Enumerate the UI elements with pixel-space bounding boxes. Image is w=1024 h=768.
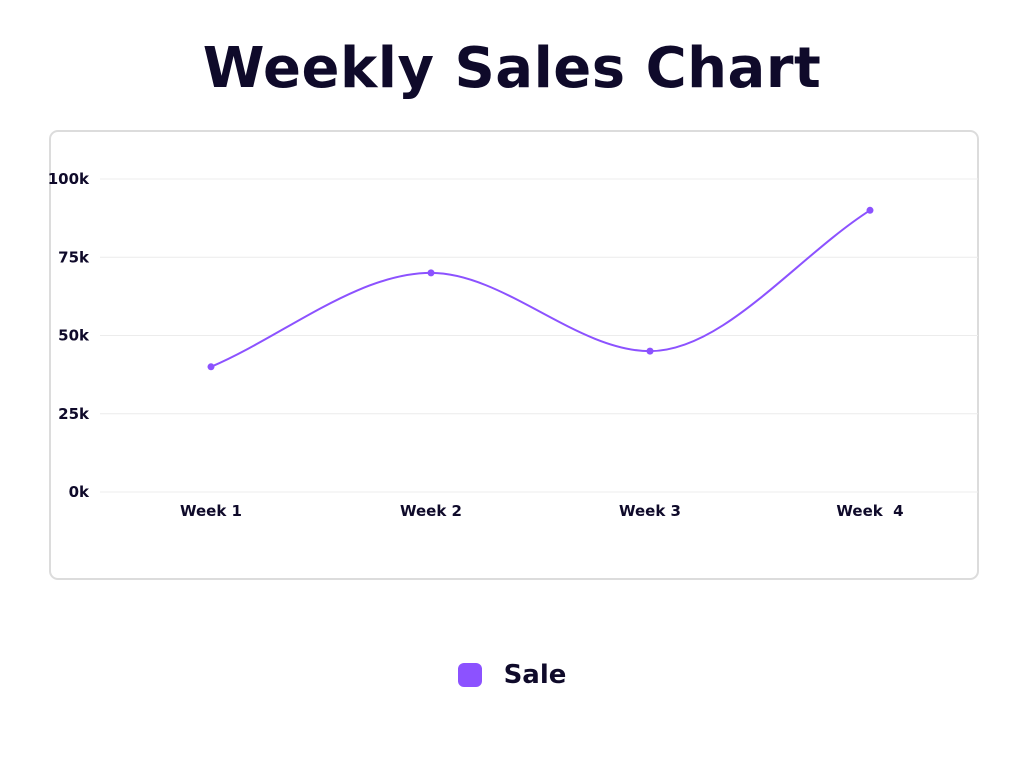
data-point	[646, 347, 654, 355]
data-point	[207, 363, 215, 371]
legend: Sale	[0, 660, 1024, 690]
x-tick-label: Week 4	[836, 502, 903, 520]
legend-label: Sale	[503, 660, 567, 690]
y-tick-label: 0k	[69, 483, 90, 501]
x-tick-label: Week 3	[619, 502, 681, 520]
y-tick-label: 50k	[58, 327, 90, 345]
data-point	[866, 206, 874, 214]
y-tick-label: 100k	[48, 170, 90, 188]
x-tick-label: Week 2	[400, 502, 462, 520]
y-tick-label: 75k	[58, 248, 90, 266]
x-tick-label: Week 1	[180, 502, 242, 520]
y-tick-label: 25k	[58, 405, 90, 423]
line-chart: 0k 25k 50k 75k 100k Week 1 Week 2 Week 3 Week 4	[48, 130, 979, 580]
legend-swatch	[457, 663, 482, 687]
data-point	[427, 269, 435, 277]
